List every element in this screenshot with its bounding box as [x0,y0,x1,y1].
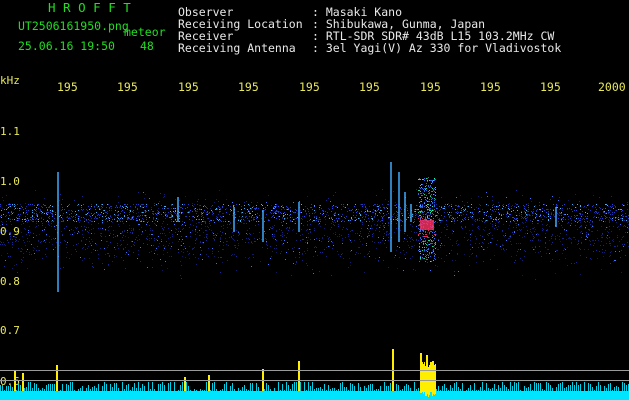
y-axis-unit: kHz [0,74,20,87]
antenna-value: : 3el Yagi(V) Az 330 for Vladivostok [312,41,562,55]
meteor-label: meteor [124,25,166,39]
meteor-traces [57,162,557,292]
brand-title: H R O F F T [48,0,131,15]
datetime: 25.06.16 19:50 [18,39,115,53]
level-reference-line [0,380,629,381]
noise-field [0,189,629,280]
filename: UT2506161950.png [18,19,129,33]
level-bars [0,349,629,400]
meteor-count: 48 [140,39,154,53]
antenna-label: Receiving Antenna [178,41,296,55]
spectrogram-plot [0,162,629,400]
level-reference-line [0,370,629,371]
